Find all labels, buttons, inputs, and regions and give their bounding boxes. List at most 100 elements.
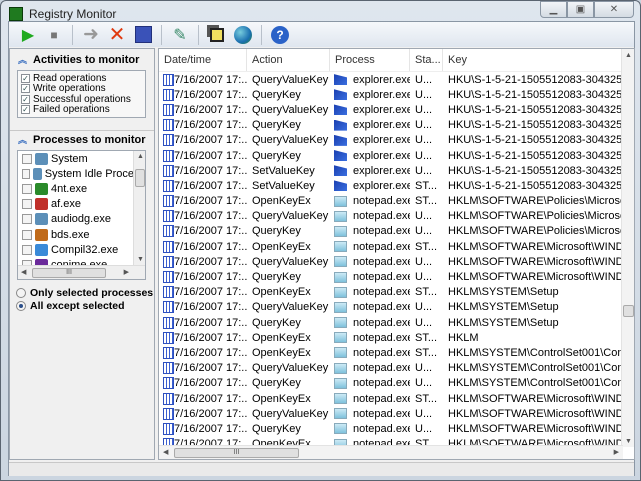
checkbox[interactable]: [22, 214, 32, 225]
cell-action: SetValueKey: [252, 179, 315, 192]
activities-header[interactable]: ︽ Activities to monitor: [10, 49, 154, 66]
table-row[interactable]: 7/16/2007 17:... OpenKeyEx notepad.exe ST..…: [159, 391, 634, 406]
process-item[interactable]: 4nt.exe: [18, 181, 145, 196]
checkbox[interactable]: [22, 153, 32, 164]
notepad-icon: [334, 362, 347, 374]
clear-button[interactable]: ✕: [106, 24, 128, 46]
column-header-key[interactable]: Key: [443, 49, 623, 71]
table-row[interactable]: 7/16/2007 17:... QueryValueKey notepad.exe…: [159, 254, 634, 269]
cell-process: notepad.exe: [353, 240, 410, 253]
table-row[interactable]: 7/16/2007 17:... OpenKeyEx notepad.exe ST..…: [159, 239, 634, 254]
filter-button[interactable]: ✎: [169, 24, 191, 46]
cell-process: notepad.exe: [353, 377, 410, 390]
table-row[interactable]: 7/16/2007 17:... QueryKey explorer.exe U...…: [159, 118, 634, 133]
radio-all-except-selected[interactable]: All except selected: [10, 299, 154, 312]
delete-x-icon: ✕: [108, 24, 126, 46]
table-row[interactable]: 7/16/2007 17:... QueryValueKey notepad.exe…: [159, 209, 634, 224]
checkbox[interactable]: [22, 168, 30, 179]
table-row[interactable]: 7/16/2007 17:... QueryValueKey explorer.ex…: [159, 133, 634, 148]
checkbox[interactable]: [22, 244, 32, 255]
table-row[interactable]: 7/16/2007 17:... SetValueKey explorer.exe S…: [159, 178, 634, 193]
processes-header[interactable]: ︽ Processes to monitor: [10, 131, 154, 146]
table-row[interactable]: 7/16/2007 17:... QueryValueKey explorer.ex…: [159, 72, 634, 87]
notepad-icon: [334, 301, 347, 313]
radio-only-selected[interactable]: Only selected processes: [10, 286, 154, 299]
registry-icon: [163, 149, 174, 162]
process-item[interactable]: af.exe: [18, 197, 145, 212]
explorer-icon: [334, 150, 347, 162]
column-header-process[interactable]: Process: [330, 49, 410, 71]
process-icon: [35, 228, 48, 241]
table-row[interactable]: 7/16/2007 17:... OpenKeyEx notepad.exe ST..…: [159, 345, 634, 360]
checkbox[interactable]: [22, 229, 32, 240]
column-header-action[interactable]: Action: [247, 49, 330, 71]
cell-status: U...: [415, 316, 433, 329]
process-name: bds.exe: [51, 228, 90, 241]
process-icon: [35, 213, 48, 226]
internet-button[interactable]: [232, 24, 254, 46]
stop-button[interactable]: ■: [43, 24, 65, 46]
cell-datetime: 7/16/2007 17:...: [174, 149, 247, 162]
table-row[interactable]: 7/16/2007 17:... QueryValueKey notepad.exe…: [159, 361, 634, 376]
table-row[interactable]: 7/16/2007 17:... OpenKeyEx notepad.exe ST..…: [159, 285, 634, 300]
table-row[interactable]: 7/16/2007 17:... QueryValueKey explorer.ex…: [159, 102, 634, 117]
cell-key: HKLM\SYSTEM\Setup: [448, 316, 559, 329]
cell-status: U...: [415, 119, 433, 132]
table-row[interactable]: 7/16/2007 17:... QueryValueKey notepad.exe…: [159, 406, 634, 421]
cell-action: QueryKey: [252, 316, 301, 329]
cell-process: notepad.exe: [353, 346, 410, 359]
process-icon: [35, 152, 48, 165]
table-row[interactable]: 7/16/2007 17:... OpenKeyEx notepad.exe ST..…: [159, 330, 634, 345]
cell-status: ST...: [415, 392, 438, 405]
table-row[interactable]: 7/16/2007 17:... QueryKey notepad.exe U... H…: [159, 224, 634, 239]
process-item[interactable]: System: [18, 151, 145, 166]
start-button[interactable]: ▶: [17, 24, 39, 46]
checkbox-successful-operations[interactable]: ✓ Successful operations: [18, 94, 145, 105]
table-row[interactable]: 7/16/2007 17:... QueryKey notepad.exe U... H…: [159, 315, 634, 330]
process-list-hscrollbar[interactable]: ◀ III ▶: [18, 265, 145, 279]
column-header-datetime[interactable]: Date/time: [159, 49, 247, 71]
collapse-chevron-icon[interactable]: ︽: [18, 53, 27, 66]
app-icon: [9, 7, 23, 21]
table-row[interactable]: 7/16/2007 17:... QueryKey explorer.exe U...…: [159, 148, 634, 163]
table-vscrollbar[interactable]: ▲ ▼: [621, 49, 634, 447]
windows-button[interactable]: [206, 24, 228, 46]
process-item[interactable]: bds.exe: [18, 227, 145, 242]
cell-process: explorer.exe: [353, 134, 410, 147]
cell-key: HKU\S-1-5-21-1505512083-3043256914-16: [448, 149, 623, 162]
table-row[interactable]: 7/16/2007 17:... OpenKeyEx notepad.exe ST..…: [159, 194, 634, 209]
table-row[interactable]: 7/16/2007 17:... QueryValueKey notepad.exe…: [159, 300, 634, 315]
cell-status: U...: [415, 149, 433, 162]
cell-key: HKU\S-1-5-21-1505512083-3043256914-16: [448, 88, 623, 101]
cell-status: U...: [415, 422, 433, 435]
table-row[interactable]: 7/16/2007 17:... QueryKey explorer.exe U...…: [159, 87, 634, 102]
process-item[interactable]: Compil32.exe: [18, 242, 145, 257]
maximize-button[interactable]: ▣: [567, 1, 594, 18]
checkbox-write-operations[interactable]: ✓ Write operations: [18, 83, 145, 94]
process-name: audiodg.exe: [51, 213, 111, 226]
table-row[interactable]: 7/16/2007 17:... QueryKey notepad.exe U... H…: [159, 269, 634, 284]
table-row[interactable]: 7/16/2007 17:... QueryKey notepad.exe U... H…: [159, 376, 634, 391]
go-button[interactable]: ➜: [80, 24, 102, 46]
table-row[interactable]: 7/16/2007 17:... QueryKey notepad.exe U... H…: [159, 421, 634, 436]
checkbox-read-operations[interactable]: ✓ Read operations: [18, 73, 145, 84]
minimize-button[interactable]: ▁: [540, 1, 567, 18]
table-row[interactable]: 7/16/2007 17:... SetValueKey explorer.exe U…: [159, 163, 634, 178]
table-hscrollbar[interactable]: ◀ III ▶: [159, 445, 623, 459]
collapse-chevron-icon[interactable]: ︽: [18, 133, 27, 146]
process-item[interactable]: audiodg.exe: [18, 212, 145, 227]
checkbox-failed-operations[interactable]: ✓ Failed operations: [18, 104, 145, 115]
column-header-status[interactable]: Sta...: [410, 49, 443, 71]
registry-icon: [163, 301, 174, 314]
help-button[interactable]: ?: [269, 24, 291, 46]
registry-icon: [163, 210, 174, 223]
close-button[interactable]: ✕: [594, 1, 634, 18]
save-button[interactable]: [132, 24, 154, 46]
process-item[interactable]: System Idle Process: [18, 166, 145, 181]
cell-process: explorer.exe: [353, 164, 410, 177]
checkbox[interactable]: [22, 183, 32, 194]
process-list-vscrollbar[interactable]: ▲ ▼: [133, 151, 145, 265]
checkbox[interactable]: [22, 199, 32, 210]
cell-datetime: 7/16/2007 17:...: [174, 422, 247, 435]
check-icon: ✓: [21, 105, 30, 115]
